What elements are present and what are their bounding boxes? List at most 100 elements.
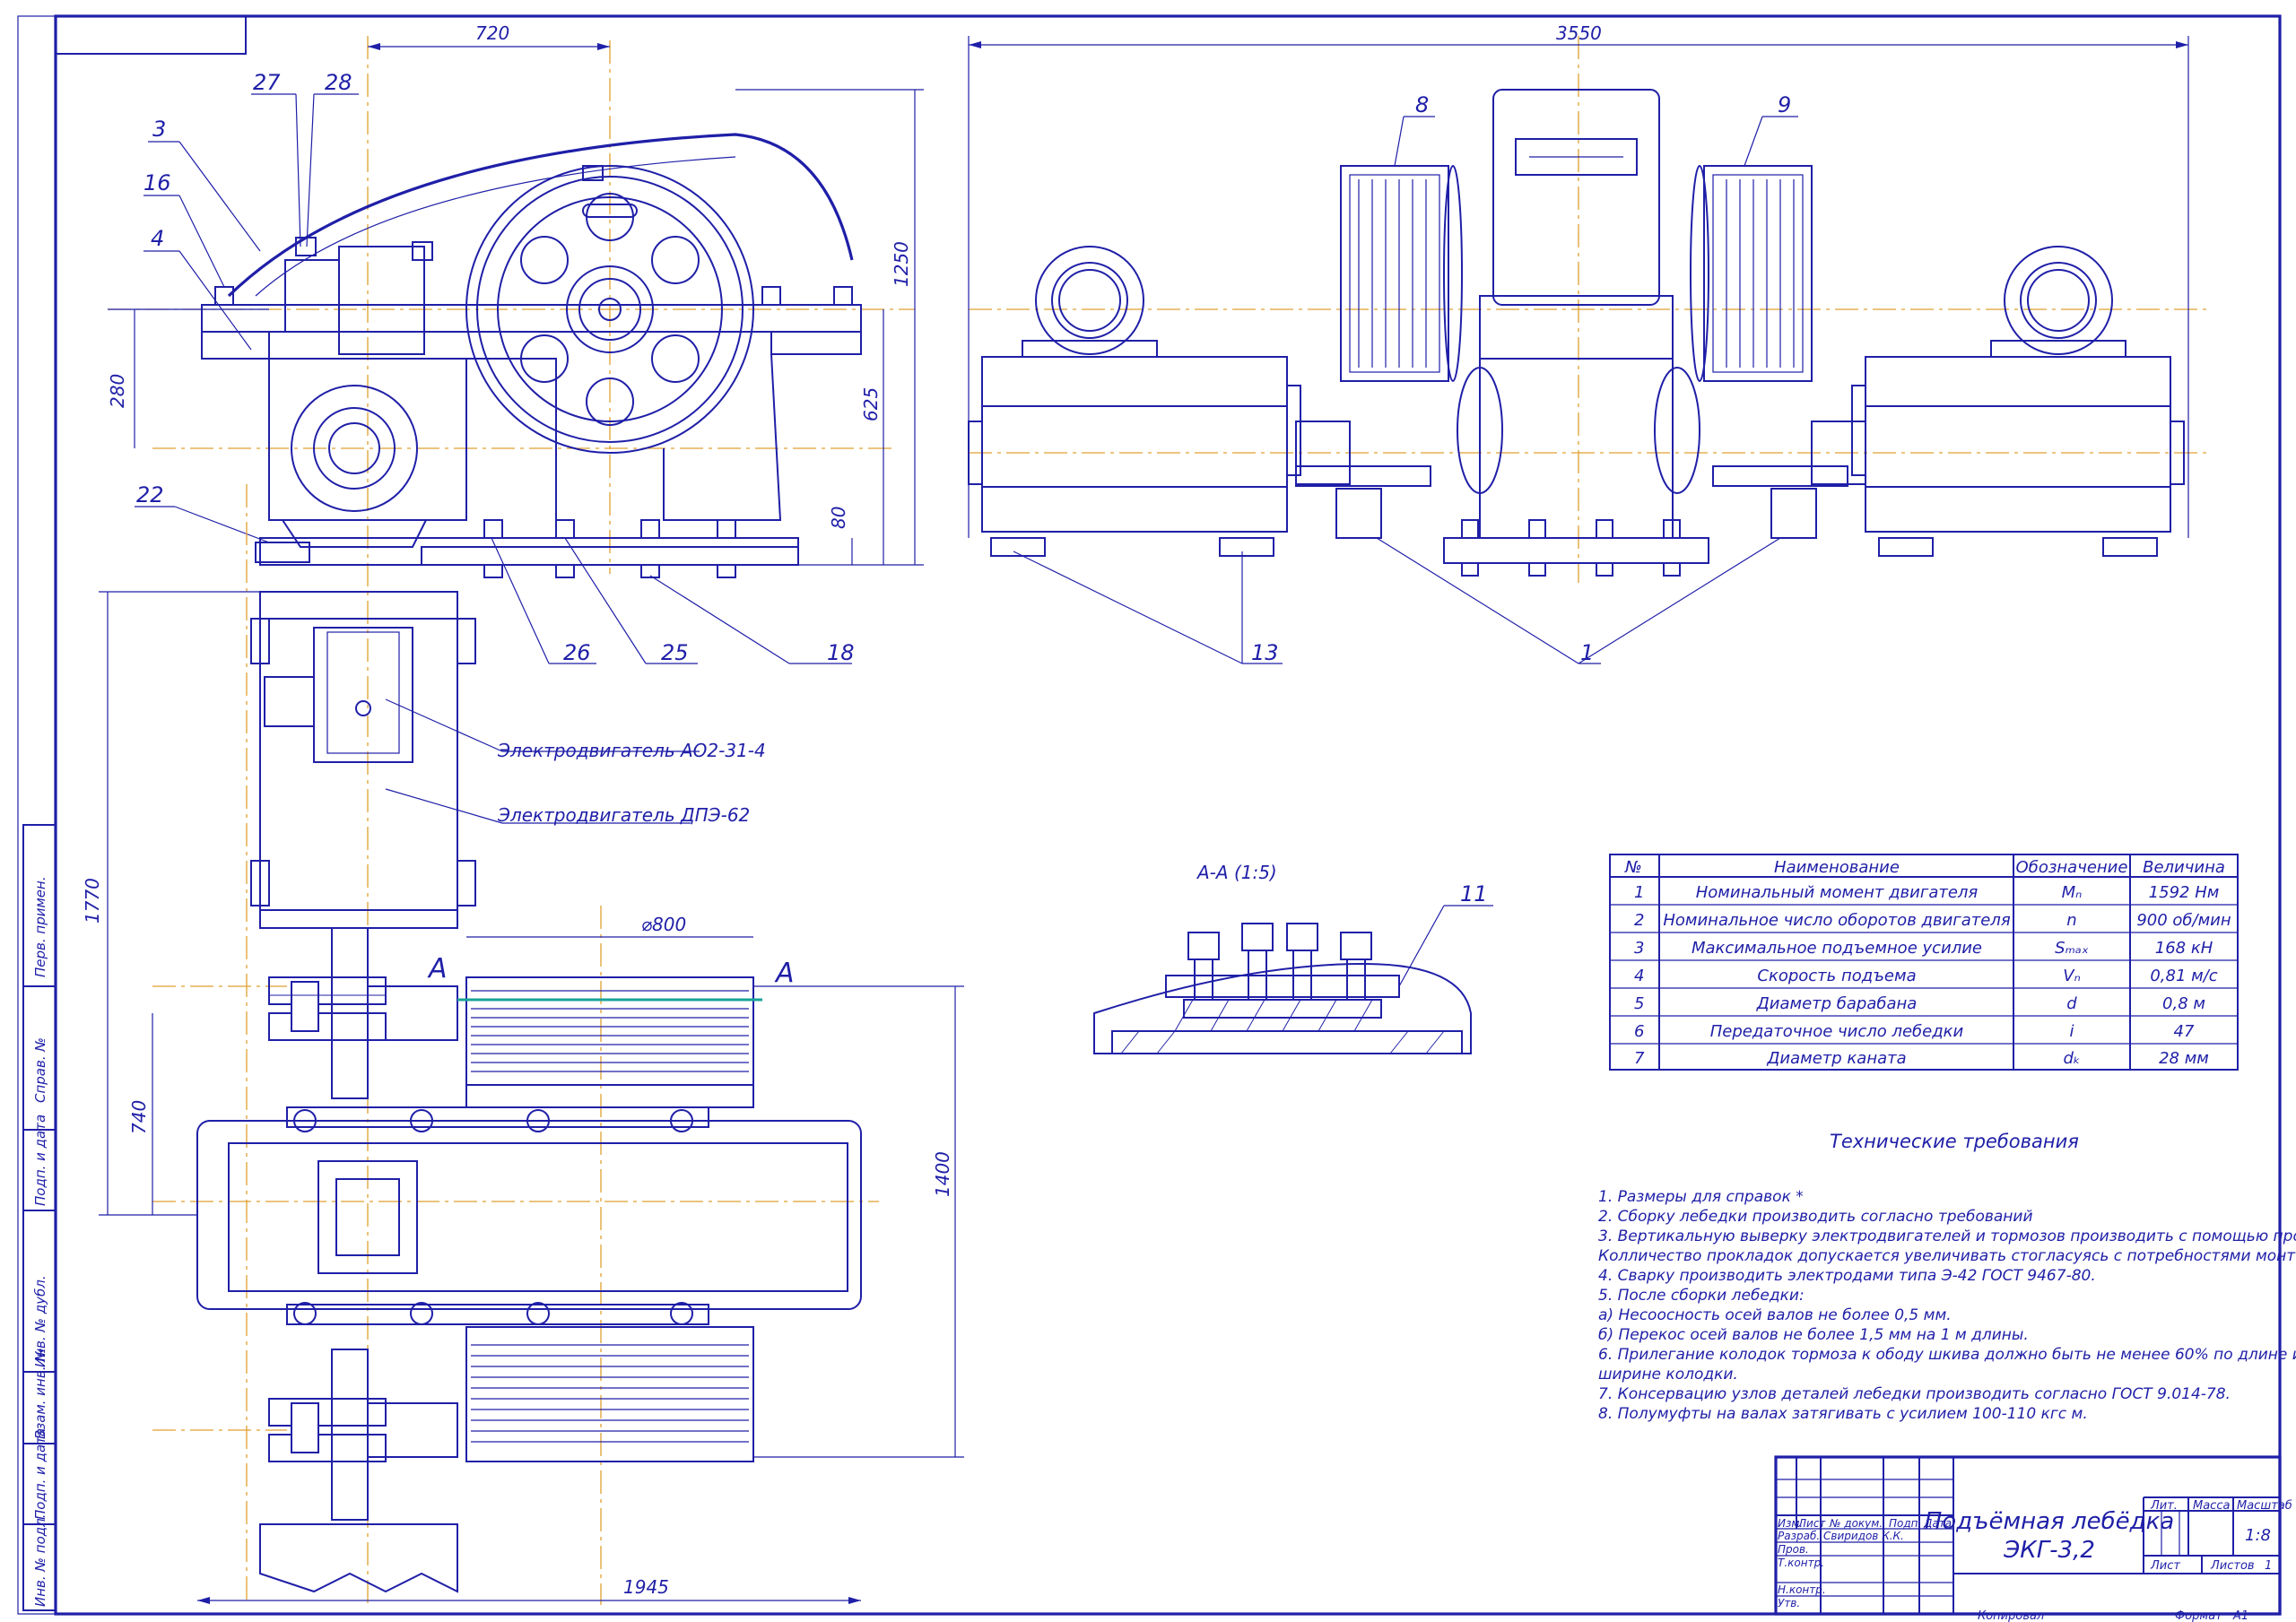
callout-18: 18 [827,640,855,665]
tb-sheets: Листов [2210,1559,2255,1573]
spec-row-3-name: Максимальное подъемное усилие [1692,939,1982,958]
callout-25: 25 [661,640,689,665]
spec-row-5-no: 5 [1634,994,1644,1013]
tech-req-line-12: 8. Полумуфты на валах затягивать с усили… [1598,1405,2088,1423]
spec-row-6-value: 47 [2174,1022,2195,1041]
tech-req-line-5: 4. Сварку производить электродами типа Э… [1598,1267,2096,1285]
tb-utv: Утв. [1778,1597,1800,1609]
tech-req-line-11: 7. Консервацию узлов деталей лебедки про… [1598,1385,2231,1403]
tb-scale-label: Масштаб [2237,1499,2292,1513]
front-callouts: 27 28 3 16 4 22 26 25 18 [135,70,855,665]
brake-drum-9 [1703,165,1813,382]
tb-nkontr: Н.контр. [1778,1583,1826,1596]
tech-req-line-2: 2. Сборку лебедки производить согласно т… [1598,1208,2033,1226]
callout-8: 8 [1415,92,1429,117]
spec-row-1-no: 1 [1634,883,1644,902]
spec-row-2-symbol: n [2066,911,2076,930]
spec-row-3-no: 3 [1634,939,1644,958]
spec-row-5-value: 0,8 м [2162,994,2205,1013]
dim-3550: 3550 [1556,22,1602,44]
tech-req-title: Технические требования [1830,1131,2079,1152]
spec-row-4-value: 0,81 м/с [2150,967,2217,985]
spec-row-6-name: Передаточное число лебедки [1710,1022,1964,1041]
dim-280: 280 [107,374,128,408]
spec-row-6-symbol: i [2069,1022,2074,1041]
spec-row-1-value: 1592 Нм [2149,883,2220,902]
callout-27: 27 [253,70,281,95]
dim-d800: ⌀800 [641,914,686,935]
callout-9: 9 [1778,92,1791,117]
tb-mass: Масса [2193,1499,2230,1513]
side-view: 3550 8 9 13 1 [968,22,2206,665]
dim-740: 740 [128,1100,150,1134]
tech-req-line-4: Колличество прокладок допускается увелич… [1598,1247,2296,1265]
left-strip: Перв. примен. Справ. № Подп. и дата Инв.… [22,824,57,1611]
spec-row-4-symbol: Vₙ [2063,967,2081,985]
tb-podp: Подп. [1889,1517,1921,1530]
brake-drum-8 [1340,165,1449,382]
strip-inv-podl: Инв. № подл. [32,1514,48,1607]
spec-row-1-name: Номинальный момент двигателя [1696,883,1979,902]
callout-16: 16 [144,170,171,195]
tb-format-label: Формат [2175,1609,2222,1622]
tech-req-line-6: 5. После сборки лебедки: [1598,1287,1805,1305]
spec-row-6-no: 6 [1634,1022,1644,1041]
tech-req-line-10: ширине колодки. [1598,1366,1738,1383]
dim-720: 720 [475,22,509,44]
sheet-frame [17,14,2282,1616]
section-mark-a-left: А [427,953,448,984]
spec-row-5-symbol: d [2066,994,2077,1013]
spec-row-3-value: 168 кН [2155,939,2213,958]
dim-1770: 1770 [82,878,103,924]
title-block: Изм. Лист № докум. Подп. Дата Разраб. Св… [1774,1455,2292,1622]
dim-1250: 1250 [891,241,912,287]
tb-razrab: Разраб. [1778,1530,1820,1542]
callout-3: 3 [152,117,166,142]
side-bolts [1461,519,1681,577]
spec-row-4-no: 4 [1634,967,1644,985]
tech-req-line-7: а) Несоосность осей валов не более 0,5 м… [1598,1306,1952,1324]
callout-28: 28 [325,70,352,95]
drawing-sheet: Перв. примен. Справ. № Подп. и дата Инв.… [17,14,2296,1622]
dim-1400: 1400 [932,1151,953,1197]
tb-name-line1: Подъёмная лебёдка [1925,1508,2175,1535]
spec-header-no: № [1624,858,1642,877]
section-title: А-А (1:5) [1196,862,1277,883]
spec-row-7-value: 28 мм [2159,1049,2209,1068]
tech-req-line-9: 6. Прилегание колодок тормоза к ободу шк… [1598,1346,2296,1364]
rope-drum-upper [465,976,754,1086]
spec-row-3-symbol: Sₘₐₓ [2055,939,2089,958]
tb-name-line2: ЭКГ-3,2 [2003,1537,2095,1564]
tb-doc: № докум. [1829,1517,1883,1530]
motor-label-ao2: Электродвигатель АО2-31-4 [497,740,766,761]
tech-requirements: Технические требования 1. Размеры для сп… [1598,1131,2296,1423]
tb-tkontr: Т.контр. [1778,1557,1824,1569]
callout-26: 26 [563,640,591,665]
strip-vzam: Взам. инв. № [32,1348,48,1439]
spec-row-2-value: 900 об/мин [2136,911,2231,930]
dim-80: 80 [828,507,849,529]
tech-req-line-3: 3. Вертикальную выверку электродвигателе… [1598,1227,2296,1245]
spec-row-2-name: Номинальное число оборотов двигателя [1663,911,2010,930]
section-bolts [1187,923,1372,1001]
motor-label-dpe: Электродвигатель ДПЭ-62 [497,804,750,826]
spec-table: № Наименование Обозначение Величина 1 Но… [1609,854,2239,1071]
spec-header-value: Величина [2143,858,2225,877]
spec-row-7-no: 7 [1634,1049,1645,1068]
tb-sheets-value: 1 [2265,1559,2272,1573]
tb-sheet: Лист [2150,1559,2180,1573]
callout-22: 22 [136,482,164,507]
gearbox-bolts [293,1109,693,1325]
spec-header-name: Наименование [1774,858,1900,877]
tech-req-line-1: 1. Размеры для справок * [1598,1188,1804,1206]
tb-format-value: А1 [2232,1609,2248,1622]
tb-prov: Пров. [1778,1543,1809,1556]
section-mark-a-right: А [774,958,795,989]
spec-row-5-name: Диаметр барабана [1756,994,1918,1013]
tb-razrab-name: Свиридов К.К. [1823,1530,1904,1542]
strip-podp-data2: Подп. и дата [32,1428,48,1520]
tb-list: Лист [1797,1517,1826,1530]
section-a-a: А-А (1:5) 11 [1093,862,1493,1054]
spec-row-2-no: 2 [1634,911,1644,930]
spec-row-7-symbol: dₖ [2063,1049,2080,1068]
